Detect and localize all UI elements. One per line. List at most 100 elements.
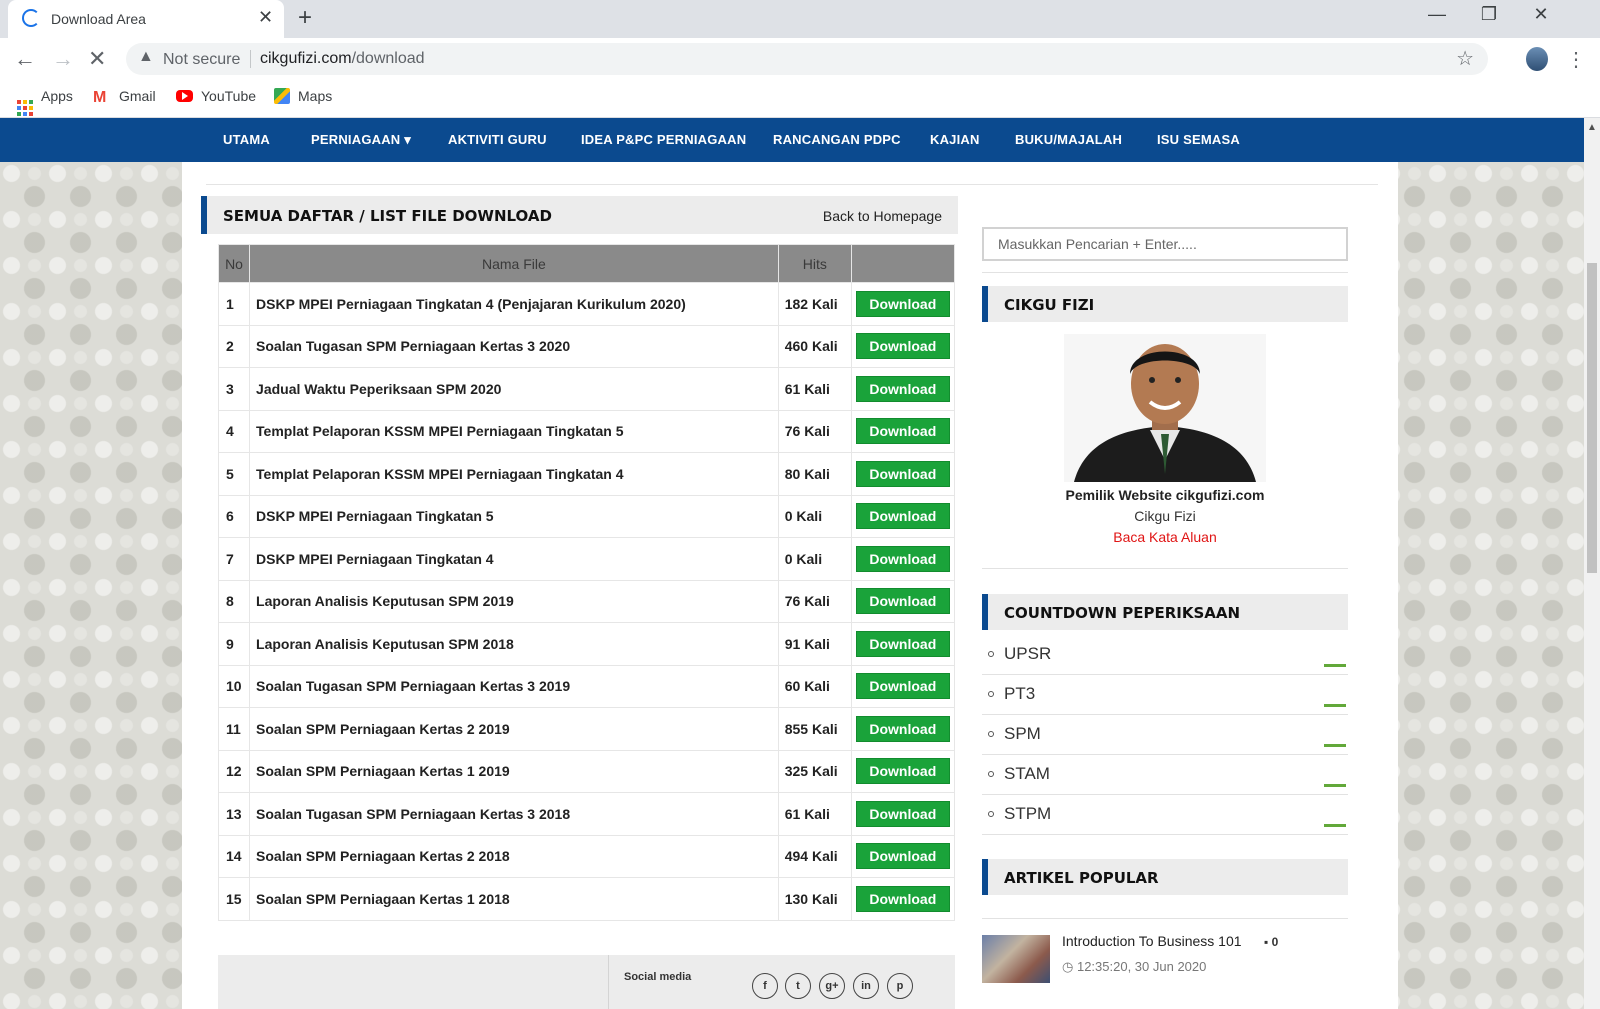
- nav-item-isu-semasa[interactable]: ISU SEMASA: [1157, 132, 1240, 147]
- security-label[interactable]: Not secure: [163, 51, 240, 69]
- download-cell: Download: [850, 877, 956, 921]
- countdown-item[interactable]: STAM: [982, 755, 1348, 795]
- download-button[interactable]: Download: [855, 545, 950, 572]
- linkedin-icon[interactable]: in: [853, 973, 879, 999]
- countdown-label: STPM: [1004, 804, 1052, 823]
- file-name: Soalan Tugasan SPM Perniagaan Kertas 3 2…: [249, 664, 779, 708]
- download-button[interactable]: Download: [855, 290, 950, 317]
- search-input[interactable]: [984, 229, 1346, 259]
- bookmark-star-icon[interactable]: ☆: [1456, 46, 1474, 71]
- bullet-icon: [988, 651, 994, 657]
- back-to-homepage-link[interactable]: Back to Homepage: [823, 208, 942, 224]
- countdown-label: UPSR: [1004, 644, 1052, 663]
- baca-kata-aluan-link[interactable]: Baca Kata Aluan: [982, 529, 1348, 545]
- download-button[interactable]: Download: [855, 800, 950, 827]
- back-arrow-icon[interactable]: ←: [14, 46, 36, 72]
- divider: [608, 955, 609, 1009]
- nav-item-kajian[interactable]: KAJIAN: [930, 132, 980, 147]
- file-name: Soalan SPM Perniagaan Kertas 2 2018: [249, 834, 779, 878]
- nav-item-rancangan-pdpc[interactable]: RANCANGAN PDPC: [773, 132, 901, 147]
- divider: [982, 918, 1348, 919]
- scroll-thumb[interactable]: [1587, 263, 1597, 573]
- file-name: DSKP MPEI Perniagaan Tingkatan 4 (Penjaj…: [249, 282, 779, 326]
- download-button[interactable]: Download: [855, 758, 950, 785]
- download-button[interactable]: Download: [855, 588, 950, 615]
- browser-tab[interactable]: Download Area ✕: [8, 0, 284, 38]
- download-button[interactable]: Download: [855, 885, 950, 912]
- file-name: Soalan SPM Perniagaan Kertas 1 2019: [249, 749, 779, 793]
- countdown-item[interactable]: STPM: [982, 795, 1348, 835]
- countdown-item[interactable]: UPSR: [982, 635, 1348, 675]
- bookmark-youtube[interactable]: YouTube: [176, 88, 256, 104]
- browser-menu-icon[interactable]: ⋮: [1566, 47, 1586, 72]
- download-button[interactable]: Download: [855, 503, 950, 530]
- browser-tab-strip: Download Area ✕ + — ❐ ✕: [0, 0, 1600, 38]
- new-tab-icon[interactable]: +: [298, 4, 312, 32]
- table-row: 15 Soalan SPM Perniagaan Kertas 1 2018 130…: [217, 877, 956, 921]
- bookmark-gmail[interactable]: M Gmail: [93, 88, 156, 106]
- popular-article-title[interactable]: Introduction To Business 101: [1062, 933, 1242, 949]
- google-plus-icon[interactable]: g+: [819, 973, 845, 999]
- pinterest-icon[interactable]: p: [887, 973, 913, 999]
- close-window-icon[interactable]: ✕: [1526, 4, 1556, 25]
- download-button[interactable]: Download: [855, 460, 950, 487]
- restore-icon[interactable]: ❐: [1474, 4, 1504, 25]
- countdown-label: SPM: [1004, 724, 1041, 743]
- countdown-item[interactable]: SPM: [982, 715, 1348, 755]
- download-button[interactable]: Download: [855, 630, 950, 657]
- file-name: Soalan Tugasan SPM Perniagaan Kertas 3 2…: [249, 792, 779, 836]
- warning-icon[interactable]: ▲: [138, 48, 154, 66]
- nav-item-buku-majalah[interactable]: BUKU/MAJALAH: [1015, 132, 1122, 147]
- content-container: SEMUA DAFTAR / LIST FILE DOWNLOAD Back t…: [182, 162, 1398, 1009]
- stop-loading-icon[interactable]: ✕: [88, 46, 106, 72]
- download-button[interactable]: Download: [855, 843, 950, 870]
- file-name: DSKP MPEI Perniagaan Tingkatan 4: [249, 537, 779, 581]
- url-text[interactable]: cikgufizi.com/download: [260, 50, 425, 68]
- countdown-item[interactable]: PT3: [982, 675, 1348, 715]
- forward-arrow-icon[interactable]: →: [52, 46, 74, 72]
- scroll-up-icon[interactable]: ▲: [1587, 122, 1597, 133]
- countdown-label: PT3: [1004, 684, 1036, 703]
- countdown-progress-bar: [1324, 824, 1346, 827]
- bullet-icon: [988, 771, 994, 777]
- nav-item-idea-ppc[interactable]: IDEA P&PC PERNIAGAAN: [581, 132, 746, 147]
- table-row: 6 DSKP MPEI Perniagaan Tingkatan 50 Kali D…: [217, 494, 956, 538]
- download-button[interactable]: Download: [855, 715, 950, 742]
- search-box[interactable]: [982, 227, 1348, 261]
- bookmark-apps[interactable]: Apps: [17, 88, 73, 116]
- hit-count: 130 Kali: [777, 877, 852, 921]
- minimize-icon[interactable]: —: [1422, 4, 1452, 25]
- download-button[interactable]: Download: [855, 418, 950, 445]
- portrait-image: [1064, 334, 1266, 482]
- row-number: 11: [217, 707, 251, 751]
- browser-toolbar: ← → ✕ ▲ Not secure cikgufizi.com/downloa…: [0, 38, 1600, 80]
- omnibox-divider: [250, 50, 251, 68]
- row-number: 13: [217, 792, 251, 836]
- bookmark-maps[interactable]: Maps: [274, 88, 332, 104]
- countdown-progress-bar: [1324, 704, 1346, 707]
- address-bar[interactable]: ▲ Not secure cikgufizi.com/download ☆: [126, 43, 1488, 75]
- facebook-icon[interactable]: f: [752, 973, 778, 999]
- nav-item-aktiviti-guru[interactable]: AKTIVITI GURU: [448, 132, 547, 147]
- table-row: 1 DSKP MPEI Perniagaan Tingkatan 4 (Penja…: [217, 282, 956, 326]
- countdown-progress-bar: [1324, 664, 1346, 667]
- article-thumbnail[interactable]: [982, 935, 1050, 983]
- clock-icon: ◷: [1062, 959, 1077, 974]
- file-name: Jadual Waktu Peperiksaan SPM 2020: [249, 367, 779, 411]
- row-number: 7: [217, 537, 251, 581]
- site-navbar: UTAMA PERNIAGAAN ▾ AKTIVITI GURU IDEA P&…: [0, 118, 1584, 162]
- twitter-icon[interactable]: t: [785, 973, 811, 999]
- download-button[interactable]: Download: [855, 333, 950, 360]
- download-button[interactable]: Download: [855, 673, 950, 700]
- file-name: DSKP MPEI Perniagaan Tingkatan 5: [249, 494, 779, 538]
- nav-item-perniagaan[interactable]: PERNIAGAAN ▾: [311, 132, 411, 148]
- close-tab-icon[interactable]: ✕: [258, 7, 273, 28]
- hit-count: 325 Kali: [777, 749, 852, 793]
- profile-avatar-icon[interactable]: [1526, 47, 1548, 71]
- nav-item-utama[interactable]: UTAMA: [223, 132, 270, 147]
- download-cell: Download: [850, 409, 956, 453]
- owner-name: Cikgu Fizi: [1134, 508, 1196, 524]
- page-scrollbar[interactable]: ▲: [1584, 118, 1600, 1009]
- download-cell: Download: [850, 707, 956, 751]
- download-button[interactable]: Download: [855, 375, 950, 402]
